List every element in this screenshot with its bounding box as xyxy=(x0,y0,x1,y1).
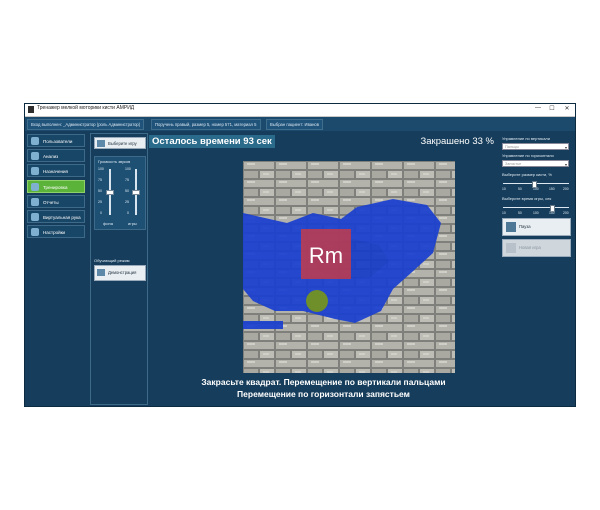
tick-label: 100 xyxy=(98,167,104,171)
sidebar-item-virtual-hand[interactable]: Виртуальная рука xyxy=(27,210,85,223)
sidebar-item-label: Тренировка xyxy=(43,185,68,190)
rm-logo-watermark: Rm xyxy=(301,229,351,279)
slider-thumb[interactable] xyxy=(106,190,114,195)
training-mode-label: Обучающий режим xyxy=(94,258,130,263)
sidebar-item-label: Отчеты xyxy=(43,200,59,205)
pause-button[interactable]: Пауза xyxy=(502,218,571,236)
chevron-down-icon: ▾ xyxy=(564,145,567,150)
new-game-icon xyxy=(506,243,516,253)
tick-label: 50 xyxy=(125,189,129,193)
app-icon xyxy=(28,106,34,113)
tick-label: 200 xyxy=(563,211,569,215)
tick-label: 10 xyxy=(502,211,506,215)
chevron-down-icon: ▾ xyxy=(564,162,567,167)
game-icon xyxy=(97,140,105,147)
painted-percent: Закрашено 33 % xyxy=(420,136,494,147)
maximize-button[interactable]: ☐ xyxy=(547,105,557,112)
sidebar-item-assignments[interactable]: Назначения xyxy=(27,164,85,177)
users-icon xyxy=(31,137,39,145)
info-bar: Вход выполнен: _Администратор (роль Адми… xyxy=(25,117,575,131)
brush-cursor xyxy=(306,290,328,312)
paint-canvas[interactable]: Rm xyxy=(243,161,455,373)
patient-info: Выбран пациент: Иванов xyxy=(266,119,323,130)
demo-icon xyxy=(97,269,105,276)
sidebar-item-label: Назначения xyxy=(43,169,68,174)
hand-icon xyxy=(31,213,39,221)
sidebar-item-users[interactable]: Пользователи xyxy=(27,134,85,147)
tick-label: 75 xyxy=(98,178,102,182)
horizontal-control-select[interactable]: Запястье ▾ xyxy=(502,160,569,167)
sidebar-item-label: Виртуальная рука xyxy=(43,215,81,220)
app-window: Тренажер мелкой моторики кисти АМРИД — ☐… xyxy=(24,103,576,407)
vertical-control-label: Управление по вертикали xyxy=(502,136,550,141)
demo-button[interactable]: Демонстрация xyxy=(94,265,146,281)
tick-label: 50 xyxy=(518,211,522,215)
tick-label: 200 xyxy=(563,187,569,191)
pause-icon xyxy=(506,222,516,232)
sidebar-item-label: Анализ xyxy=(43,154,59,159)
reports-icon xyxy=(31,198,39,206)
volume-title: Громкость звуков xyxy=(98,159,131,164)
tick-label: 50 xyxy=(518,187,522,191)
control-settings-panel: Управление по вертикали Пальцы ▾ Управле… xyxy=(500,133,572,405)
tick-label: 50 xyxy=(98,189,102,193)
brush-size-slider[interactable] xyxy=(503,181,569,188)
time-remaining: Осталось времени 93 сек xyxy=(149,135,275,148)
new-game-button-label: Новая игра xyxy=(519,245,541,250)
login-info: Вход выполнен: _Администратор (роль Адми… xyxy=(27,119,145,130)
params-info: Поручень правый, размер 5, номер 571, ма… xyxy=(151,119,261,130)
game-settings-panel: Выберите игру Громкость звуков 100 75 50… xyxy=(90,133,148,405)
sidebar-item-training[interactable]: Тренировка xyxy=(27,180,85,193)
tick-label: 100 xyxy=(533,187,539,191)
tick-label: 25 xyxy=(98,200,102,204)
game-time-slider[interactable] xyxy=(503,205,569,212)
tick-label: 10 xyxy=(502,187,506,191)
game-volume-slider[interactable] xyxy=(132,169,140,215)
volume-panel: Громкость звуков 100 75 50 25 0 100 75 5… xyxy=(94,156,146,230)
brush-size-label: Выберите размер кисти, % xyxy=(502,172,552,177)
tick-label: 0 xyxy=(100,211,102,215)
sidebar-item-reports[interactable]: Отчеты xyxy=(27,195,85,208)
sidebar-item-label: Настройки xyxy=(43,230,66,235)
tick-label: 100 xyxy=(125,167,131,171)
instruction-line-1: Закрасьте квадрат. Перемещение по вертик… xyxy=(201,377,446,387)
vertical-control-value: Пальцы xyxy=(505,145,519,149)
vertical-control-select[interactable]: Пальцы ▾ xyxy=(502,143,569,150)
instruction-line-2: Перемещение по горизонтали запястьем xyxy=(237,389,410,399)
sidebar-item-settings[interactable]: Настройки xyxy=(27,225,85,238)
horizontal-control-value: Запястье xyxy=(505,162,522,166)
new-game-button[interactable]: Новая игра xyxy=(502,239,571,257)
title-bar: Тренажер мелкой моторики кисти АМРИД — ☐… xyxy=(25,104,575,117)
analysis-icon xyxy=(31,152,39,160)
background-label: фона xyxy=(103,221,113,226)
sidebar-item-label: Пользователи xyxy=(43,139,73,144)
tick-label: 25 xyxy=(125,200,129,204)
choose-game-button[interactable]: Выберите игру xyxy=(94,137,146,149)
minimize-button[interactable]: — xyxy=(533,105,543,111)
choose-game-label: Выберите игру xyxy=(108,141,137,146)
tick-label: 150 xyxy=(549,187,555,191)
pause-button-label: Пауза xyxy=(519,224,531,229)
close-button[interactable]: ✕ xyxy=(562,105,572,112)
game-label: игры xyxy=(128,221,137,226)
sidebar-nav: Пользователи Анализ Назначения Тренировк… xyxy=(27,134,87,406)
background-volume-slider[interactable] xyxy=(106,169,114,215)
brick-wall-canvas[interactable]: Rm xyxy=(243,161,455,373)
tick-label: 150 xyxy=(549,211,555,215)
demo-button-label: Демонстрация xyxy=(108,270,137,275)
tick-label: 100 xyxy=(533,211,539,215)
slider-thumb[interactable] xyxy=(132,190,140,195)
sidebar-item-analysis[interactable]: Анализ xyxy=(27,149,85,162)
tick-label: 75 xyxy=(125,178,129,182)
game-time-label: Выберите время игры, сек xyxy=(502,196,552,201)
training-icon xyxy=(31,183,39,191)
settings-icon xyxy=(31,228,39,236)
horizontal-control-label: Управление по горизонтали xyxy=(502,153,554,158)
tick-label: 0 xyxy=(127,211,129,215)
logo-text: Rm xyxy=(309,243,343,268)
game-area: Осталось времени 93 сек Закрашено 33 % R… xyxy=(149,133,498,405)
window-title: Тренажер мелкой моторики кисти АМРИД xyxy=(37,105,135,111)
assignments-icon xyxy=(31,167,39,175)
